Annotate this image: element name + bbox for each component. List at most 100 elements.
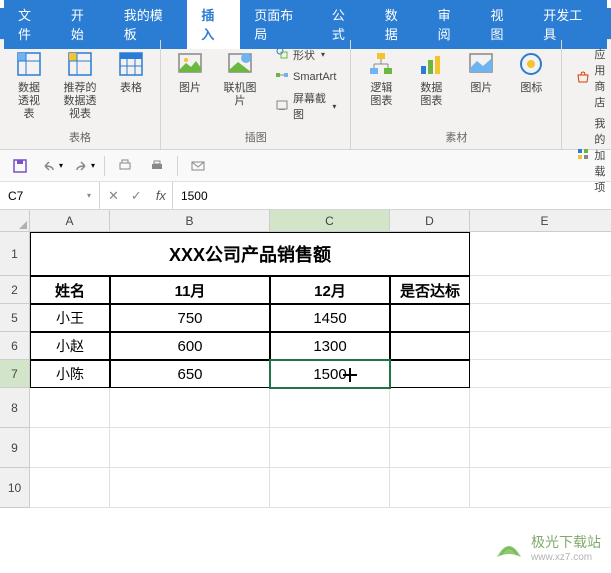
cell-empty-6-3[interactable] — [390, 428, 470, 468]
row-header-1[interactable]: 1 — [0, 232, 30, 276]
undo-icon[interactable]: ▾ — [40, 154, 64, 178]
enter-icon[interactable]: ✓ — [131, 188, 142, 204]
cell-pass-0[interactable] — [390, 304, 470, 332]
cell-empty-6-0[interactable] — [30, 428, 110, 468]
store-icon — [576, 70, 590, 87]
cell-nov-1[interactable]: 600 — [110, 332, 270, 360]
cell-E1[interactable] — [470, 232, 611, 276]
cell-header-3[interactable]: 是否达标 — [390, 276, 470, 304]
cell-empty-5-3[interactable] — [390, 388, 470, 428]
table-icon — [115, 48, 147, 80]
table-button[interactable]: 表格 — [110, 44, 152, 99]
icon-icon — [515, 48, 547, 80]
formula-input[interactable]: 1500 — [172, 182, 611, 209]
cell-empty-5-2[interactable] — [270, 388, 390, 428]
pivot-icon — [13, 48, 45, 80]
cell-name-1[interactable]: 小赵 — [30, 332, 110, 360]
watermark-text: 极光下载站 — [531, 532, 601, 552]
cell-E7[interactable] — [470, 360, 611, 388]
ribbon-group-label: 素材 — [359, 127, 553, 145]
redo-icon[interactable]: ▾ — [72, 154, 96, 178]
print-preview-icon[interactable] — [113, 154, 137, 178]
row-header-2[interactable]: 2 — [0, 276, 30, 304]
cell-nov-0[interactable]: 750 — [110, 304, 270, 332]
dchart-icon — [415, 48, 447, 80]
picture2-button[interactable]: 图片 — [459, 44, 503, 99]
cell-empty-5-4[interactable] — [470, 388, 611, 428]
cell-dec-1[interactable]: 1300 — [270, 332, 390, 360]
spreadsheet-grid: ABCDE 125678910 XXX公司产品销售额姓名11月12月是否达标小王… — [0, 210, 611, 570]
print-icon[interactable] — [145, 154, 169, 178]
cell-header-2[interactable]: 12月 — [270, 276, 390, 304]
ribbon: 数据透视表推荐的数据透视表表格表格图片联机图片形状▾SmartArt屏幕截图▾插… — [0, 40, 611, 150]
screenshot-icon — [275, 98, 289, 115]
cell-header-1[interactable]: 11月 — [110, 276, 270, 304]
cell-empty-7-4[interactable] — [470, 468, 611, 508]
watermark-url: www.xz7.com — [531, 552, 601, 563]
pic2-icon — [465, 48, 497, 80]
picture-button[interactable]: 图片 — [169, 44, 211, 99]
ribbon-group-label: 表格 — [8, 127, 152, 145]
cell-empty-6-4[interactable] — [470, 428, 611, 468]
cell-pass-1[interactable] — [390, 332, 470, 360]
cell-empty-5-1[interactable] — [110, 388, 270, 428]
cell-empty-7-2[interactable] — [270, 468, 390, 508]
cell-empty-5-0[interactable] — [30, 388, 110, 428]
logic-icon — [365, 48, 397, 80]
cell-E6[interactable] — [470, 332, 611, 360]
cell-empty-7-1[interactable] — [110, 468, 270, 508]
cell-nov-2[interactable]: 650 — [110, 360, 270, 388]
cursor-icon — [343, 368, 357, 382]
cell-empty-7-0[interactable] — [30, 468, 110, 508]
cell-dec-0[interactable]: 1450 — [270, 304, 390, 332]
recommended-pivot-button[interactable]: 推荐的数据透视表 — [56, 44, 104, 126]
screenshot-button[interactable]: 屏幕截图▾ — [269, 88, 342, 124]
shapes-button[interactable]: 形状▾ — [269, 44, 342, 65]
chevron-down-icon: ▾ — [321, 50, 325, 59]
data-chart-button[interactable]: 数据图表 — [409, 44, 453, 112]
select-all-cell[interactable] — [0, 210, 30, 232]
quick-access-toolbar: ▾ ▾ — [0, 150, 611, 182]
opic-icon — [224, 48, 256, 80]
smartart-button[interactable]: SmartArt — [269, 66, 342, 87]
cell-pass-2[interactable] — [390, 360, 470, 388]
chevron-down-icon: ▾ — [332, 102, 336, 111]
row-header-5[interactable]: 5 — [0, 304, 30, 332]
col-header-D[interactable]: D — [390, 210, 470, 232]
col-header-A[interactable]: A — [30, 210, 110, 232]
cell-header-0[interactable]: 姓名 — [30, 276, 110, 304]
row-header-8[interactable]: 8 — [0, 388, 30, 428]
cell-dec-2[interactable]: 1500 — [270, 360, 390, 388]
col-header-E[interactable]: E — [470, 210, 611, 232]
email-icon[interactable] — [186, 154, 210, 178]
name-box[interactable]: C7 ▾ — [0, 182, 100, 209]
cell-E5[interactable] — [470, 304, 611, 332]
watermark: 极光下载站 www.xz7.com — [493, 531, 601, 563]
row-header-6[interactable]: 6 — [0, 332, 30, 360]
ribbon-group-label: 插图 — [169, 127, 342, 145]
cell-title[interactable]: XXX公司产品销售额 — [30, 232, 470, 276]
col-header-C[interactable]: C — [270, 210, 390, 232]
pic-icon — [174, 48, 206, 80]
cell-empty-7-3[interactable] — [390, 468, 470, 508]
app-store-button[interactable]: 应用商店 — [570, 44, 611, 112]
icon-button[interactable]: 图标 — [509, 44, 553, 99]
logic-chart-button[interactable]: 逻辑图表 — [359, 44, 403, 112]
col-header-B[interactable]: B — [110, 210, 270, 232]
row-header-9[interactable]: 9 — [0, 428, 30, 468]
fx-icon[interactable]: fx — [150, 188, 172, 203]
name-box-value: C7 — [8, 189, 23, 203]
logo-icon — [493, 531, 525, 563]
cell-empty-6-1[interactable] — [110, 428, 270, 468]
cell-E2[interactable] — [470, 276, 611, 304]
pivot-table-button[interactable]: 数据透视表 — [8, 44, 50, 126]
row-header-7[interactable]: 7 — [0, 360, 30, 388]
row-header-10[interactable]: 10 — [0, 468, 30, 508]
pivot-rec-icon — [64, 48, 96, 80]
save-icon[interactable] — [8, 154, 32, 178]
cell-empty-6-2[interactable] — [270, 428, 390, 468]
online-picture-button[interactable]: 联机图片 — [217, 44, 263, 112]
cancel-icon[interactable]: ✕ — [108, 188, 119, 204]
cell-name-0[interactable]: 小王 — [30, 304, 110, 332]
cell-name-2[interactable]: 小陈 — [30, 360, 110, 388]
